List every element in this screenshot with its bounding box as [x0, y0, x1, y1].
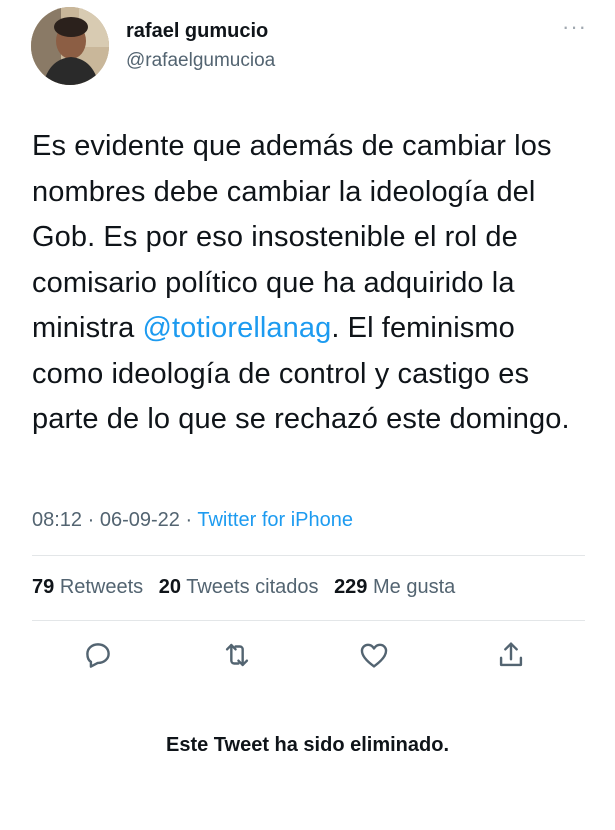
- tweet-time[interactable]: 08:12: [32, 509, 82, 531]
- divider: [32, 620, 585, 621]
- likes-stat[interactable]: 229 Me gusta: [334, 576, 455, 598]
- quotes-stat[interactable]: 20 Tweets citados: [159, 576, 319, 598]
- avatar-image: [31, 7, 109, 85]
- tweet-actions: [0, 630, 615, 680]
- mention-link[interactable]: @totiorellanag: [142, 312, 331, 344]
- avatar[interactable]: [31, 7, 109, 85]
- meta-separator: ·: [185, 509, 193, 531]
- meta-separator: ·: [87, 509, 95, 531]
- tweet-source[interactable]: Twitter for iPhone: [197, 509, 353, 531]
- tweet-stats: 79 Retweets 20 Tweets citados 229 Me gus…: [32, 576, 455, 599]
- tweet-metadata: 08:12 · 06-09-22 · Twitter for iPhone: [32, 509, 353, 532]
- likes-count: 229: [334, 576, 368, 598]
- tweet-header: rafael gumucio @rafaelgumucioa ···: [0, 0, 615, 110]
- reply-icon[interactable]: [81, 638, 115, 672]
- retweets-stat[interactable]: 79 Retweets: [32, 576, 143, 598]
- heart-icon[interactable]: [357, 638, 391, 672]
- tweet-text: Es evidente que además de cambiar los no…: [32, 124, 592, 443]
- quotes-label: Tweets citados: [186, 576, 319, 598]
- deleted-notice: Este Tweet ha sido eliminado.: [165, 734, 450, 756]
- quotes-count: 20: [158, 576, 181, 598]
- divider: [32, 555, 585, 556]
- author-name[interactable]: rafael gumucio: [126, 20, 268, 43]
- more-options-icon[interactable]: ···: [562, 16, 587, 38]
- likes-label: Me gusta: [373, 576, 456, 598]
- tweet-date[interactable]: 06-09-22: [100, 509, 180, 531]
- retweets-label: Retweets: [59, 576, 144, 598]
- retweets-count: 79: [32, 576, 55, 598]
- share-icon[interactable]: [494, 638, 528, 672]
- retweet-icon[interactable]: [220, 638, 254, 672]
- author-handle[interactable]: @rafaelgumucioa: [126, 50, 275, 72]
